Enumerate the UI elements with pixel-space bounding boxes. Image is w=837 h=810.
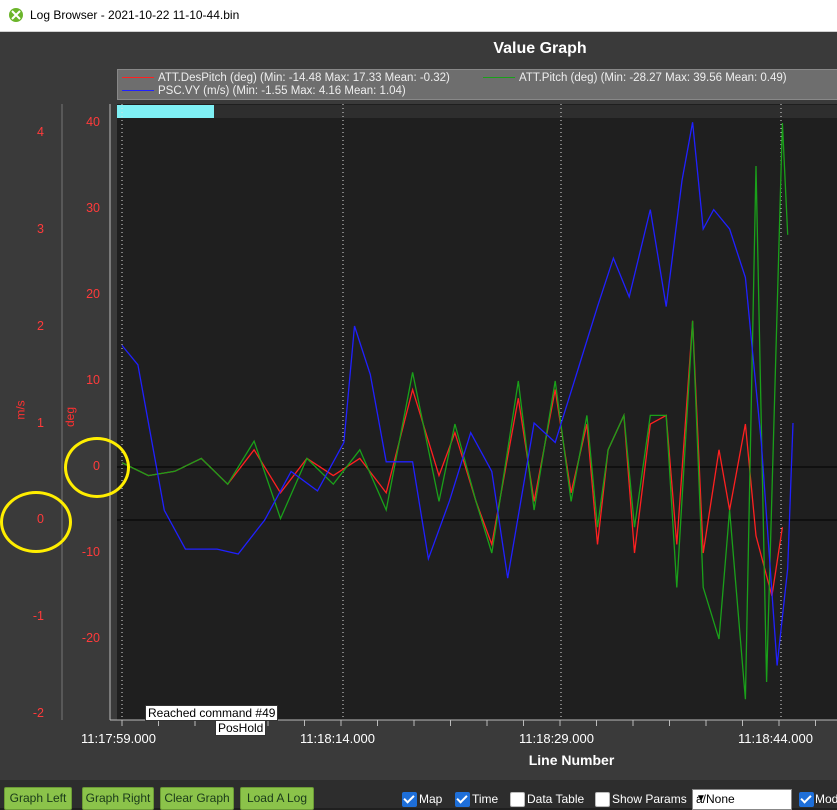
right-tick: 40 [86,115,100,129]
series-line-1 [121,122,789,700]
highlight-ring-left-zero [0,491,72,553]
right-axis-unit: deg [63,406,78,428]
map-checkbox[interactable] [402,792,417,807]
graph-right-button[interactable]: Graph Right [82,787,154,810]
annotation-command: Reached command #49 [145,705,279,721]
mode-select[interactable]: a/None ▼ [692,789,792,810]
show-params-checkbox-label[interactable]: Show Params [612,792,687,806]
left-tick: 4 [37,125,44,139]
right-tick: -20 [81,631,100,645]
right-tick: 30 [86,201,100,215]
time-checkbox[interactable] [455,792,470,807]
x-tick: 11:18:14.000 [300,731,375,746]
data-table-checkbox[interactable] [510,792,525,807]
left-tick: -1 [32,609,44,623]
data-table-checkbox-label[interactable]: Data Table [527,792,584,806]
annotation-mode: PosHold [215,720,267,736]
mode-checkbox-label[interactable]: Mod [815,792,837,806]
right-tick: 10 [86,373,100,387]
series-line-2 [121,122,794,666]
left-tick: -2 [32,706,44,720]
left-tick: 3 [37,222,44,236]
x-tick: 11:17:59.000 [81,731,156,746]
right-tick: 20 [86,287,100,301]
highlight-ring-right-zero [64,437,130,498]
time-checkbox-label[interactable]: Time [472,792,498,806]
x-tick: 11:18:29.000 [519,731,594,746]
left-tick: 2 [37,319,44,333]
show-params-checkbox[interactable] [595,792,610,807]
x-axis-title: Line Number [528,752,615,768]
mode-checkbox[interactable] [799,792,814,807]
left-tick: 1 [37,416,44,430]
load-log-button[interactable]: Load A Log [240,787,314,810]
series-line-0 [121,320,784,597]
clear-graph-button[interactable]: Clear Graph [160,787,234,810]
right-tick: -10 [81,545,100,559]
x-tick: 11:18:44.000 [738,731,813,746]
graph-left-button[interactable]: Graph Left [4,787,72,810]
chevron-down-icon: ▼ [696,793,706,804]
map-checkbox-label[interactable]: Map [419,792,442,806]
value-chart[interactable] [0,0,837,808]
